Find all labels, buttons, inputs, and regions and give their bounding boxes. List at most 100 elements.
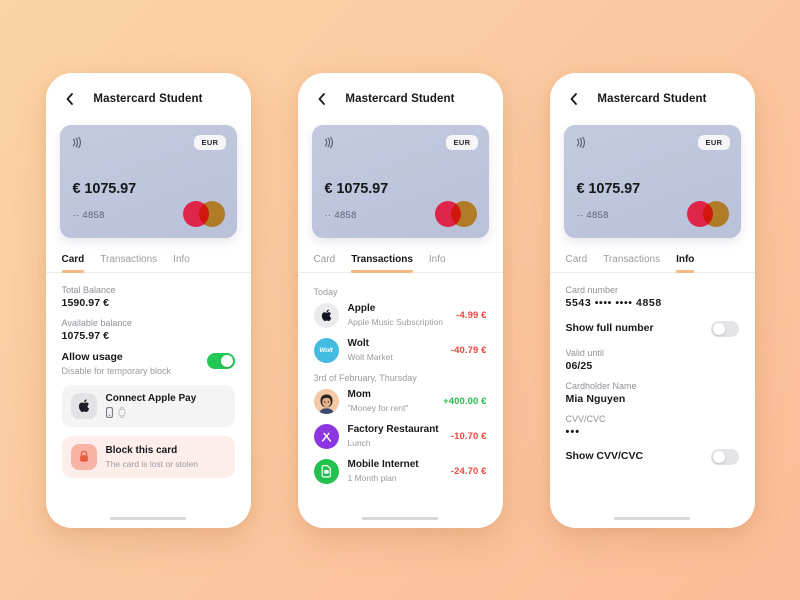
transaction-subtitle: Wolt Market [347,351,393,362]
card-last4: ·· 4858 [324,209,357,221]
show-full-number-label: Show full number [565,321,654,334]
tab-bar: Card Transactions Info [297,238,503,273]
tab-transactions[interactable]: Transactions [100,254,157,272]
transaction-amount: -40.79 € [450,344,487,356]
cutlery-icon [313,423,339,449]
transactions-tab-panel: Today Apple Apple Music Subscription -4.… [297,273,503,528]
transaction-row[interactable]: Factory Restaurant Lunch -10.70 € [313,423,487,449]
connect-apple-pay-title: Connect Apple Pay [105,393,197,404]
chevron-left-icon [318,92,325,105]
home-indicator [110,516,186,520]
transaction-row[interactable]: Wolt Wolt Wolt Market -40.79 € [313,337,487,363]
transaction-subtitle: Apple Music Subscription [347,316,443,327]
cardholder-name-label: Cardholder Name [565,380,637,391]
show-cvv-toggle[interactable] [710,448,739,465]
tab-info[interactable]: Info [676,254,695,273]
bank-card-container: EUR € 1075.97 ·· 4858 [550,124,755,238]
connect-apple-pay-tile[interactable]: Connect Apple Pay [61,384,235,427]
currency-badge: EUR [698,134,730,150]
app-header: Mastercard Student [46,73,251,125]
total-balance-value: 1590.97 € [61,296,110,309]
tab-card[interactable]: Card [61,254,84,273]
mastercard-yellow-circle [450,200,477,227]
card-number-label: Card number [565,284,619,295]
show-cvv-row: Show CVV/CVC [566,447,739,465]
apple-pay-devices [105,407,197,418]
app-header: Mastercard Student [298,73,503,125]
wolt-logo-icon: Wolt [313,337,339,363]
back-button[interactable] [314,91,330,107]
home-indicator [362,516,438,520]
card-number-value: 5543 •••• •••• 4858 [565,296,662,309]
mastercard-logo [434,200,477,227]
transaction-subtitle: "Money for rent" [347,402,409,413]
block-card-tile[interactable]: Block this card The card is lost or stol… [61,435,235,478]
card-tab-panel: Total Balance 1590.97 € Available balanc… [46,273,251,528]
phone-screen-transactions: Mastercard Student EUR € 1075.97 ·· 4858 [297,72,503,528]
cvv-label: CVV/CVC [565,413,606,424]
transaction-group-date: 3rd of February, Thursday [313,372,417,383]
iphone-icon [105,407,113,418]
transaction-name: Factory Restaurant [347,424,439,436]
show-cvv-label: Show CVV/CVC [565,449,644,462]
transaction-row[interactable]: Mom "Money for rent" +400.00 € [313,388,487,414]
phone-screen-card: Mastercard Student EUR € 1075.97 ·· 4858 [45,72,251,528]
chevron-left-icon [570,92,577,105]
contactless-icon [324,136,335,154]
available-balance-label: Available balance [61,317,132,328]
bank-card[interactable]: EUR € 1075.97 ·· 4858 [59,124,237,238]
cvv-value: ••• [565,425,581,438]
transaction-amount: -10.70 € [450,430,487,442]
card-balance-amount: € 1075.97 [576,180,641,197]
sim-card-icon [313,458,339,484]
transaction-name: Mobile Internet [347,459,419,471]
currency-badge: EUR [446,134,478,150]
mastercard-yellow-circle [198,200,225,227]
avatar-photo-icon [313,388,339,414]
info-tab-panel: Card number 5543 •••• •••• 4858 Show ful… [550,273,755,528]
back-button[interactable] [62,91,78,107]
transaction-amount: -4.99 € [456,309,487,321]
toggle-knob [712,322,725,335]
app-header: Mastercard Student [550,73,755,125]
transaction-group-date: Today [313,286,338,297]
transaction-name: Wolt [347,338,369,350]
back-button[interactable] [566,91,582,107]
tab-bar: Card Transactions Info [549,238,755,273]
tab-card[interactable]: Card [314,254,336,272]
card-last4: ·· 4858 [72,209,105,221]
cardholder-name-value: Mia Nguyen [565,392,626,405]
block-card-title: Block this card [105,444,178,456]
transaction-name: Apple [347,303,376,315]
phone-mockups-stage: Mastercard Student EUR € 1075.97 ·· 4858 [0,0,800,600]
tab-transactions[interactable]: Transactions [351,254,413,273]
valid-until-label: Valid until [565,347,604,358]
chevron-left-icon [66,92,73,105]
bank-card[interactable]: EUR € 1075.97 ·· 4858 [311,124,489,238]
home-indicator [614,516,690,520]
tab-info[interactable]: Info [429,254,446,272]
show-full-number-toggle[interactable] [710,320,739,337]
bank-card[interactable]: EUR € 1075.97 ·· 4858 [563,124,741,238]
card-balance-amount: € 1075.97 [324,180,389,197]
available-balance-value: 1075.97 € [61,329,110,342]
allow-usage-toggle[interactable] [206,352,235,369]
bank-card-container: EUR € 1075.97 ·· 4858 [46,124,251,238]
tab-transactions[interactable]: Transactions [603,254,660,272]
transaction-amount: -24.70 € [450,465,487,477]
transaction-row[interactable]: Mobile Internet 1 Month plan -24.70 € [313,458,487,484]
valid-until-value: 06/25 [565,359,593,372]
tab-info[interactable]: Info [173,254,190,272]
allow-usage-subtitle: Disable for temporary block [61,365,172,376]
allow-usage-row: Allow usage Disable for temporary block [62,351,235,376]
contactless-icon [576,136,587,154]
transaction-row[interactable]: Apple Apple Music Subscription -4.99 € [313,302,487,328]
apple-logo-icon [70,392,97,419]
currency-badge: EUR [194,134,226,150]
contactless-icon [72,136,83,154]
toggle-knob [712,450,725,463]
transaction-subtitle: Lunch [347,437,371,448]
toggle-knob [220,354,233,367]
transaction-amount: +400.00 € [443,395,487,407]
tab-card[interactable]: Card [566,254,588,272]
